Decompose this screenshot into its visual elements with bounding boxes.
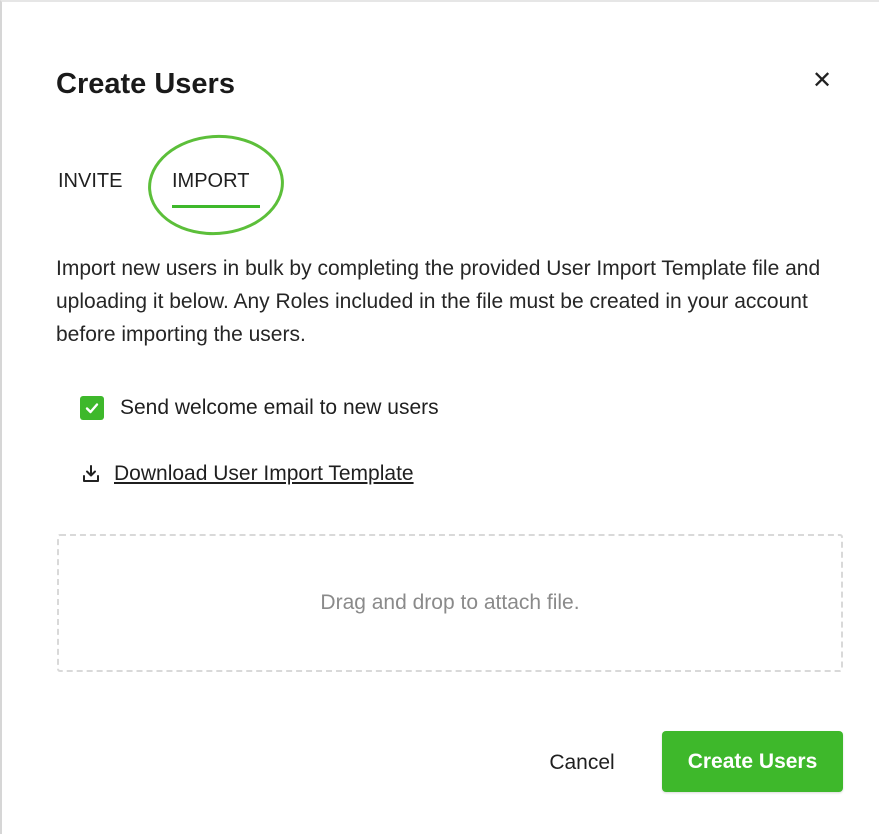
tab-highlight-annotation [144, 130, 288, 240]
dropzone-text: Drag and drop to attach file. [320, 591, 580, 614]
file-dropzone[interactable]: Drag and drop to attach file. [57, 534, 843, 672]
download-template-link[interactable]: Download User Import Template [114, 459, 414, 489]
dialog-title: Create Users [56, 68, 235, 100]
cancel-button[interactable]: Cancel [534, 748, 630, 778]
create-users-dialog: Create Users ✕ INVITE IMPORT Import new … [0, 0, 879, 834]
create-users-button[interactable]: Create Users [662, 731, 843, 792]
welcome-email-label[interactable]: Send welcome email to new users [120, 393, 439, 423]
tab-invite[interactable]: INVITE [58, 168, 122, 194]
download-icon[interactable] [81, 464, 101, 484]
welcome-email-checkbox[interactable] [80, 396, 104, 420]
close-icon: ✕ [811, 66, 833, 94]
import-description: Import new users in bulk by completing t… [56, 257, 821, 346]
checkmark-icon [85, 403, 99, 414]
close-button[interactable]: ✕ [806, 64, 838, 96]
